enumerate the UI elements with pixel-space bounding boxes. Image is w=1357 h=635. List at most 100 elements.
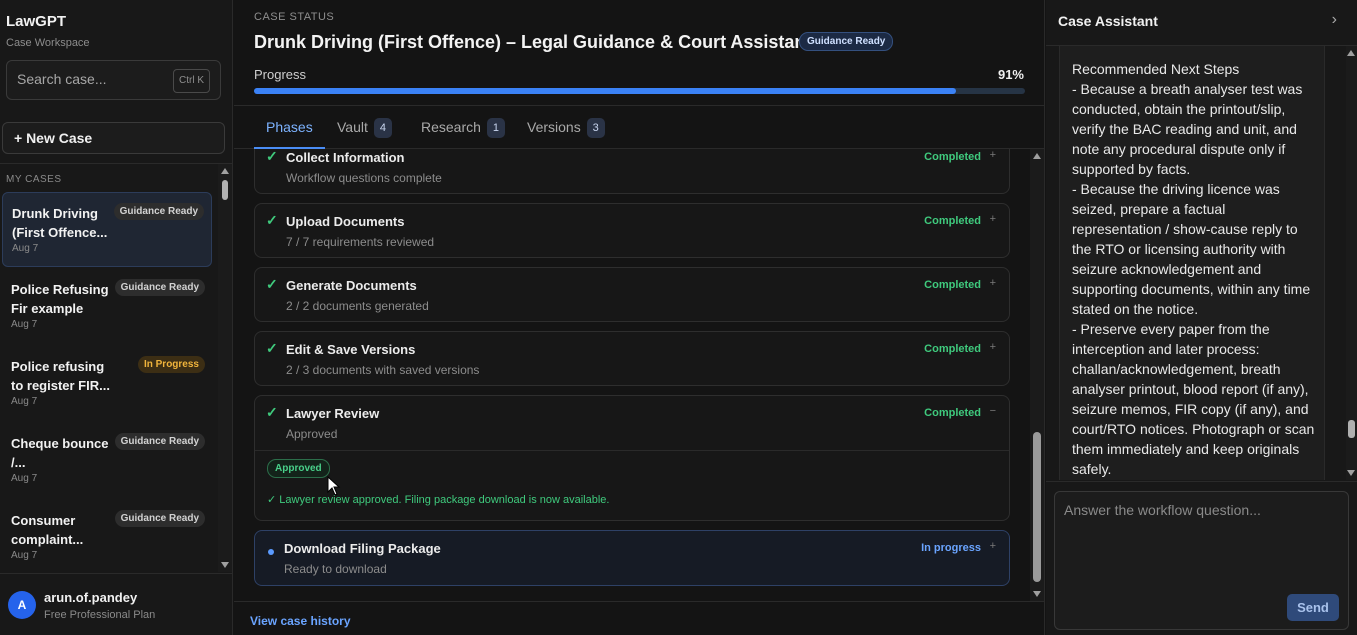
expand-icon[interactable]: + xyxy=(990,213,996,225)
brand-name: LawGPT xyxy=(6,13,67,30)
search-box[interactable]: Ctrl K xyxy=(6,60,221,100)
assistant-title: Case Assistant xyxy=(1058,13,1158,29)
divider xyxy=(255,450,1009,451)
search-input[interactable] xyxy=(17,71,167,87)
divider xyxy=(0,163,233,164)
scrollbar-thumb[interactable] xyxy=(1033,432,1041,582)
case-list: Drunk Driving (First Offence... Guidance… xyxy=(0,192,215,572)
case-item-drunk-driving[interactable]: Drunk Driving (First Offence... Guidance… xyxy=(2,192,212,267)
case-title: Police refusing to register FIR... xyxy=(11,359,110,393)
phase-status: Completed xyxy=(924,215,981,227)
tab-count: 4 xyxy=(373,118,392,139)
scroll-up-icon[interactable] xyxy=(1347,50,1355,56)
mouse-cursor-icon xyxy=(327,476,341,496)
assistant-scrollbar[interactable] xyxy=(1346,46,1357,480)
phase-status: Completed xyxy=(924,407,981,419)
status-badge: Guidance Ready xyxy=(113,203,204,220)
case-date: Aug 7 xyxy=(11,550,38,561)
check-icon: ✓ xyxy=(266,212,278,228)
phase-subtitle: Ready to download xyxy=(284,562,387,576)
sidebar: LawGPT Case Workspace Ctrl K + New Case … xyxy=(0,0,233,635)
case-assistant-panel: Case Assistant › Recommended Next Steps … xyxy=(1046,0,1357,635)
scroll-up-icon[interactable] xyxy=(1033,153,1041,159)
expand-icon[interactable]: + xyxy=(990,540,996,552)
case-item-cheque-bounce[interactable]: Cheque bounce /... Guidance Ready Aug 7 xyxy=(2,423,212,498)
expand-icon[interactable]: + xyxy=(990,277,996,289)
progress-bar-fill xyxy=(254,88,956,94)
progress-bar xyxy=(254,88,1025,94)
divider xyxy=(234,601,1045,602)
app-window: LawGPT Case Workspace Ctrl K + New Case … xyxy=(0,0,1357,635)
case-list-scrollbar[interactable] xyxy=(218,164,232,572)
tab-label: Versions xyxy=(527,119,581,135)
phase-subtitle: Approved xyxy=(286,427,338,441)
case-status-label: CASE STATUS xyxy=(254,11,335,23)
phase-subtitle: 7 / 7 requirements reviewed xyxy=(286,235,435,249)
status-badge: Guidance Ready xyxy=(114,433,205,450)
phase-subtitle: Workflow questions complete xyxy=(286,171,442,185)
phase-title: Lawyer Review xyxy=(286,406,380,421)
tab-bar: Phases Vault 4 Research 1 Versions 3 xyxy=(234,105,1045,149)
scroll-down-icon[interactable] xyxy=(221,562,229,568)
phase-lawyer-review[interactable]: ✓ Lawyer Review Approved Completed − App… xyxy=(254,395,1010,521)
status-badge: Guidance Ready xyxy=(114,279,205,296)
collapse-icon[interactable]: − xyxy=(990,405,996,417)
check-icon: ✓ xyxy=(266,404,278,420)
new-case-button[interactable]: + New Case xyxy=(2,122,225,154)
phase-generate-documents[interactable]: ✓ Generate Documents 2 / 2 documents gen… xyxy=(254,267,1010,322)
phase-list-scrollbar[interactable] xyxy=(1030,149,1044,601)
send-button[interactable]: Send xyxy=(1287,594,1339,621)
avatar[interactable]: A xyxy=(8,591,36,619)
check-icon: ✓ xyxy=(266,340,278,356)
view-case-history-link[interactable]: View case history xyxy=(250,614,351,628)
tab-count: 1 xyxy=(486,118,505,139)
tab-versions[interactable]: Versions 3 xyxy=(527,106,605,149)
scrollbar-thumb[interactable] xyxy=(222,180,228,200)
case-item-police-refusing-fir[interactable]: Police Refusing Fir example Guidance Rea… xyxy=(2,269,212,344)
scroll-down-icon[interactable] xyxy=(1033,591,1041,597)
tab-phases[interactable]: Phases xyxy=(254,106,325,149)
user-plan: Free Professional Plan xyxy=(44,609,156,621)
tab-count: 3 xyxy=(586,118,605,139)
page-title: Drunk Driving (First Offence) – Legal Gu… xyxy=(254,32,826,52)
approved-badge: Approved xyxy=(267,459,330,478)
divider xyxy=(1046,481,1357,482)
phase-upload-documents[interactable]: ✓ Upload Documents 7 / 7 requirements re… xyxy=(254,203,1010,258)
tab-vault[interactable]: Vault 4 xyxy=(337,106,392,149)
case-date: Aug 7 xyxy=(12,243,39,254)
chevron-right-icon[interactable]: › xyxy=(1332,11,1337,29)
case-title: Police Refusing Fir example xyxy=(11,282,109,316)
approval-message: ✓ Lawyer review approved. Filing package… xyxy=(267,494,610,506)
phase-status: Completed xyxy=(924,343,981,355)
phase-subtitle: 2 / 2 documents generated xyxy=(286,299,429,313)
phase-title: Download Filing Package xyxy=(284,541,441,556)
divider xyxy=(0,573,233,574)
tab-research[interactable]: Research 1 xyxy=(421,106,505,149)
case-date: Aug 7 xyxy=(11,319,38,330)
phase-download-filing-package[interactable]: Download Filing Package Ready to downloa… xyxy=(254,530,1010,586)
scroll-down-icon[interactable] xyxy=(1347,470,1355,476)
progress-label: Progress xyxy=(254,67,307,82)
check-icon: ✓ xyxy=(266,149,278,164)
phase-title: Generate Documents xyxy=(286,278,417,293)
answer-input[interactable] xyxy=(1064,502,1339,582)
progress-percent: 91% xyxy=(997,67,1024,82)
case-date: Aug 7 xyxy=(11,473,38,484)
case-date: Aug 7 xyxy=(11,396,38,407)
case-item-police-refusing-register[interactable]: Police refusing to register FIR... In Pr… xyxy=(2,346,212,421)
scrollbar-thumb[interactable] xyxy=(1348,420,1355,438)
shortcut-hint: Ctrl K xyxy=(173,69,210,93)
in-progress-dot-icon xyxy=(268,549,274,555)
scroll-up-icon[interactable] xyxy=(221,168,229,174)
case-item-consumer-complaint[interactable]: Consumer complaint... Guidance Ready Aug… xyxy=(2,500,212,572)
phase-edit-save-versions[interactable]: ✓ Edit & Save Versions 2 / 3 documents w… xyxy=(254,331,1010,386)
expand-icon[interactable]: + xyxy=(990,341,996,353)
tab-label: Phases xyxy=(266,119,313,135)
assistant-message-text: Recommended Next Steps - Because a breat… xyxy=(1072,61,1315,477)
tab-label: Research xyxy=(421,119,481,135)
tab-label: Vault xyxy=(337,119,368,135)
user-name: arun.of.pandey xyxy=(44,590,138,605)
expand-icon[interactable]: + xyxy=(990,149,996,161)
phase-collect-information[interactable]: ✓ Collect Information Workflow questions… xyxy=(254,149,1010,194)
status-badge: Guidance Ready xyxy=(114,510,205,527)
